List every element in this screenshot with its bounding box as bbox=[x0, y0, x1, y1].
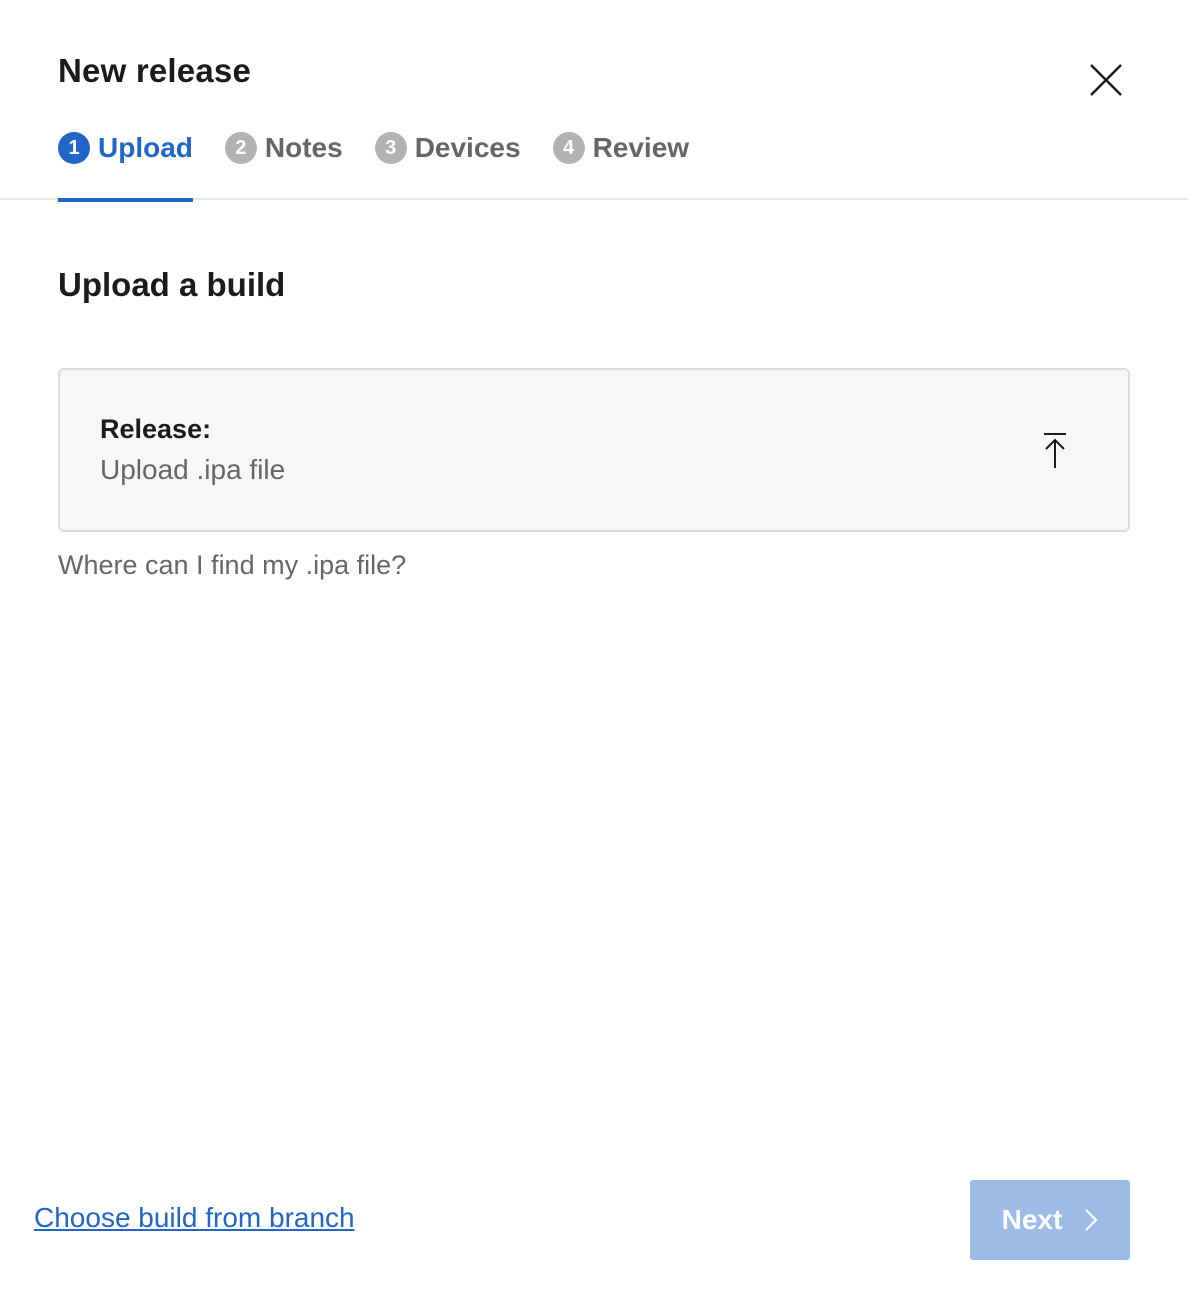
next-button[interactable]: Next bbox=[970, 1180, 1130, 1260]
step-label: Upload bbox=[98, 132, 193, 163]
tab-review[interactable]: 4 Review bbox=[552, 128, 690, 200]
dialog-title: New release bbox=[58, 52, 251, 89]
upload-dropzone[interactable]: Release: Upload .ipa file bbox=[58, 368, 1130, 532]
new-release-dialog: New release 1 Upload 2 Notes 3 Devices 4 bbox=[0, 0, 1188, 1298]
step-tabs: 1 Upload 2 Notes 3 Devices 4 Review bbox=[58, 128, 721, 202]
tab-notes[interactable]: 2 Notes bbox=[224, 128, 343, 200]
dialog-header: New release 1 Upload 2 Notes 3 Devices 4 bbox=[0, 0, 1188, 202]
tab-upload[interactable]: 1 Upload bbox=[58, 128, 193, 202]
step-number: 4 bbox=[552, 132, 585, 164]
next-label: Next bbox=[1001, 1204, 1063, 1235]
close-icon bbox=[1090, 64, 1122, 96]
ipa-help-link[interactable]: Where can I find my .ipa file? bbox=[58, 550, 406, 581]
upload-icon bbox=[1044, 433, 1066, 468]
tab-devices[interactable]: 3 Devices bbox=[374, 128, 521, 200]
chevron-right-icon bbox=[1084, 1208, 1098, 1232]
section-title: Upload a build bbox=[58, 266, 286, 303]
step-number: 2 bbox=[224, 132, 257, 164]
upload-value: Upload .ipa file bbox=[100, 454, 286, 485]
choose-build-from-branch-link[interactable]: Choose build from branch bbox=[34, 1202, 355, 1234]
step-number: 3 bbox=[374, 132, 407, 164]
close-button[interactable] bbox=[1086, 60, 1126, 100]
step-number: 1 bbox=[58, 132, 90, 164]
step-label: Devices bbox=[414, 132, 521, 163]
step-label: Review bbox=[592, 132, 690, 163]
upload-label: Release: bbox=[100, 414, 212, 444]
step-label: Notes bbox=[264, 132, 343, 163]
